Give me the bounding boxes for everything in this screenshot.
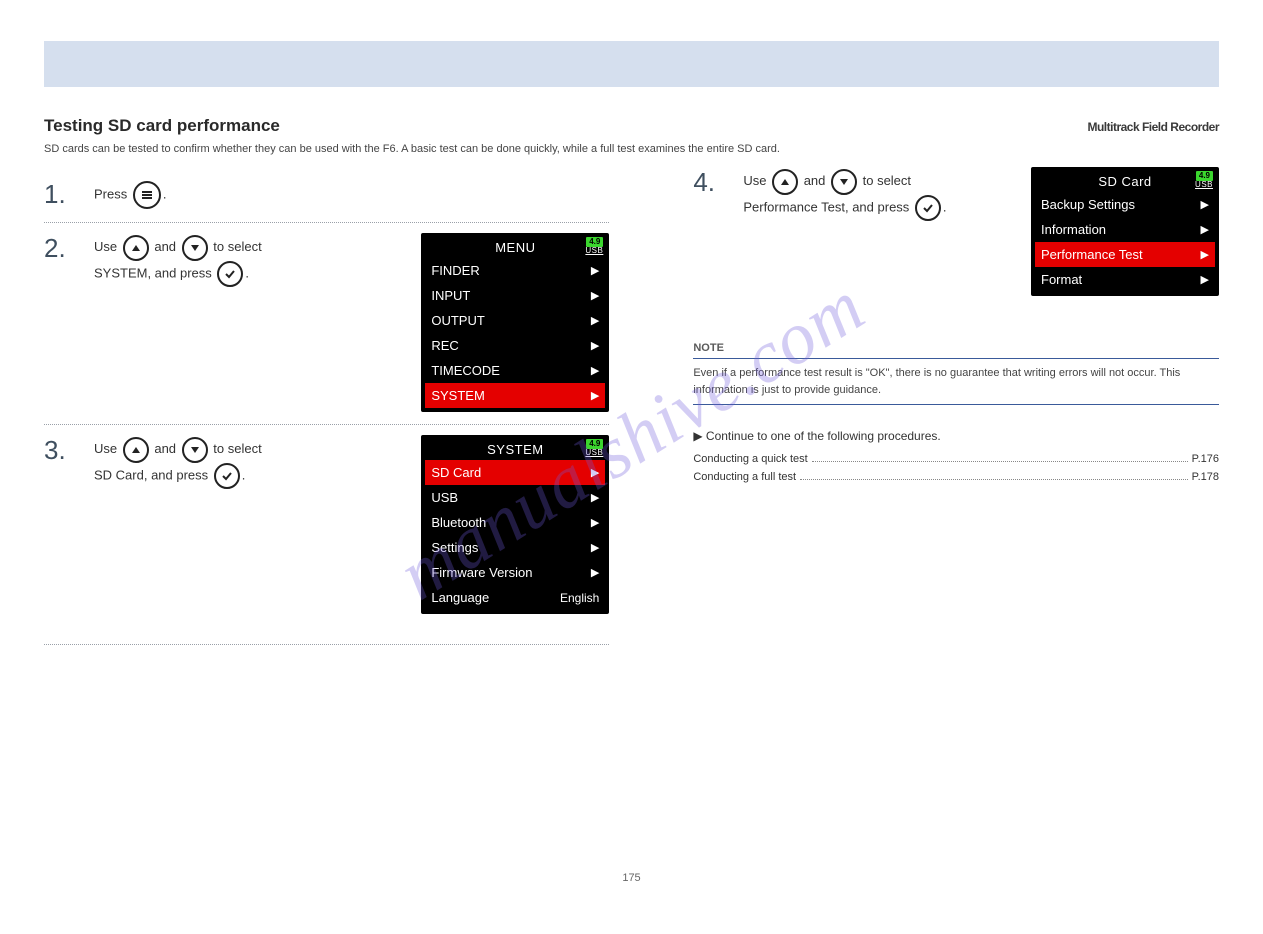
- lcd-row: OUTPUT▶: [425, 308, 605, 333]
- lcd-row-label: Firmware Version: [431, 565, 591, 580]
- step-num: 4.: [693, 167, 731, 198]
- step-num: 3.: [44, 435, 82, 466]
- continued: ▶ Continue to one of the following proce…: [693, 429, 1219, 443]
- step-1: 1. Press .: [44, 169, 609, 222]
- lcd-row: REC▶: [425, 333, 605, 358]
- lcd-row-label: Format: [1041, 272, 1201, 287]
- left-column: 1. Press . 2. Use and to select: [44, 169, 609, 645]
- check-icon: [214, 463, 240, 489]
- lcd-row-label: Backup Settings: [1041, 197, 1201, 212]
- lcd-sdcard: SD Card 4.9 USB Backup Settings▶Informat…: [1031, 167, 1219, 296]
- down-arrow-icon: [831, 169, 857, 195]
- chevron-right-icon: ▶: [591, 314, 599, 327]
- lcd-row-value: English: [560, 591, 599, 605]
- proc-label: Conducting a full test: [693, 471, 796, 483]
- lcd-row: SYSTEM▶: [425, 383, 605, 408]
- lcd-row: Backup Settings▶: [1035, 192, 1215, 217]
- page-number: 175: [622, 872, 640, 884]
- down-arrow-icon: [182, 235, 208, 261]
- usb-indicator: USB: [585, 247, 603, 255]
- chevron-right-icon: ▶: [591, 389, 599, 402]
- lcd-row-label: Settings: [431, 540, 591, 555]
- chevron-right-icon: ▶: [591, 339, 599, 352]
- lcd-row: USB▶: [425, 485, 605, 510]
- step-num: 2.: [44, 233, 82, 264]
- step-text: Press .: [94, 181, 609, 209]
- lcd-system: SYSTEM 4.9 USB SD Card▶USB▶Bluetooth▶Set…: [421, 435, 609, 614]
- step-2: 2. Use and to select SYSTEM, and press .…: [44, 223, 609, 424]
- chevron-right-icon: ▶: [1201, 198, 1209, 211]
- lcd-row-label: REC: [431, 338, 591, 353]
- lcd-row: INPUT▶: [425, 283, 605, 308]
- step-4: 4. Use and to select Performance Test, a…: [693, 169, 1219, 308]
- lcd-row-label: INPUT: [431, 288, 591, 303]
- usb-indicator: USB: [585, 449, 603, 457]
- lcd-row: LanguageEnglish: [425, 585, 605, 610]
- divider: [44, 644, 609, 645]
- lcd-row-label: FINDER: [431, 263, 591, 278]
- note-box: NOTE Even if a performance test result i…: [693, 342, 1219, 405]
- lcd-row-label: TIMECODE: [431, 363, 591, 378]
- lcd-title: SYSTEM: [425, 442, 605, 457]
- chevron-right-icon: ▶: [1201, 273, 1209, 286]
- lcd-row-label: Language: [431, 590, 560, 605]
- lcd-row-label: OUTPUT: [431, 313, 591, 328]
- menu-icon: [133, 181, 161, 209]
- usb-indicator: USB: [1195, 181, 1213, 189]
- note-title: NOTE: [693, 342, 1219, 359]
- model-name: Multitrack Field Recorder: [1087, 115, 1219, 136]
- chevron-right-icon: ▶: [591, 466, 599, 479]
- step-text: Use and to select SYSTEM, and press .: [94, 235, 411, 412]
- step-text: Use and to select Performance Test, and …: [743, 169, 1021, 296]
- subtitle: SD cards can be tested to confirm whethe…: [44, 143, 1219, 155]
- lcd-row: Firmware Version▶: [425, 560, 605, 585]
- proc-row: Conducting a full test P.178: [693, 471, 1219, 483]
- check-icon: [915, 195, 941, 221]
- chevron-right-icon: ▶: [591, 566, 599, 579]
- down-arrow-icon: [182, 437, 208, 463]
- lcd-title: SD Card: [1035, 174, 1215, 189]
- lcd-row-label: Performance Test: [1041, 247, 1201, 262]
- lcd-row: Performance Test▶: [1035, 242, 1215, 267]
- chevron-right-icon: ▶: [1201, 248, 1209, 261]
- lcd-row-label: USB: [431, 490, 591, 505]
- chevron-right-icon: ▶: [591, 289, 599, 302]
- lcd-row: Information▶: [1035, 217, 1215, 242]
- proc-label: Conducting a quick test: [693, 453, 807, 465]
- step-num: 1.: [44, 179, 82, 210]
- chevron-right-icon: ▶: [591, 364, 599, 377]
- chevron-right-icon: ▶: [591, 491, 599, 504]
- top-bar: [44, 41, 1219, 87]
- lcd-row: Format▶: [1035, 267, 1215, 292]
- up-arrow-icon: [772, 169, 798, 195]
- lcd-row: Settings▶: [425, 535, 605, 560]
- step-3: 3. Use and to select SD Card, and press …: [44, 425, 609, 626]
- right-column: 4. Use and to select Performance Test, a…: [693, 169, 1219, 645]
- up-arrow-icon: [123, 437, 149, 463]
- chevron-right-icon: ▶: [591, 516, 599, 529]
- check-icon: [217, 261, 243, 287]
- lcd-row: TIMECODE▶: [425, 358, 605, 383]
- page-title: Testing SD card performance: [44, 116, 1087, 136]
- lcd-title: MENU: [425, 240, 605, 255]
- chevron-right-icon: ▶: [1201, 223, 1209, 236]
- step-text: Use and to select SD Card, and press .: [94, 437, 411, 614]
- proc-row: Conducting a quick test P.176: [693, 453, 1219, 465]
- chevron-right-icon: ▶: [591, 264, 599, 277]
- title-row: Testing SD card performance Multitrack F…: [44, 115, 1219, 137]
- lcd-row-label: Bluetooth: [431, 515, 591, 530]
- note-body: Even if a performance test result is "OK…: [693, 359, 1219, 405]
- lcd-row-label: SD Card: [431, 465, 591, 480]
- lcd-row: Bluetooth▶: [425, 510, 605, 535]
- chevron-right-icon: ▶: [591, 541, 599, 554]
- lcd-menu: MENU 4.9 USB FINDER▶INPUT▶OUTPUT▶REC▶TIM…: [421, 233, 609, 412]
- lcd-row: FINDER▶: [425, 258, 605, 283]
- proc-page: P.176: [1192, 453, 1219, 465]
- lcd-row: SD Card▶: [425, 460, 605, 485]
- lcd-row-label: Information: [1041, 222, 1201, 237]
- up-arrow-icon: [123, 235, 149, 261]
- proc-page: P.178: [1192, 471, 1219, 483]
- lcd-row-label: SYSTEM: [431, 388, 591, 403]
